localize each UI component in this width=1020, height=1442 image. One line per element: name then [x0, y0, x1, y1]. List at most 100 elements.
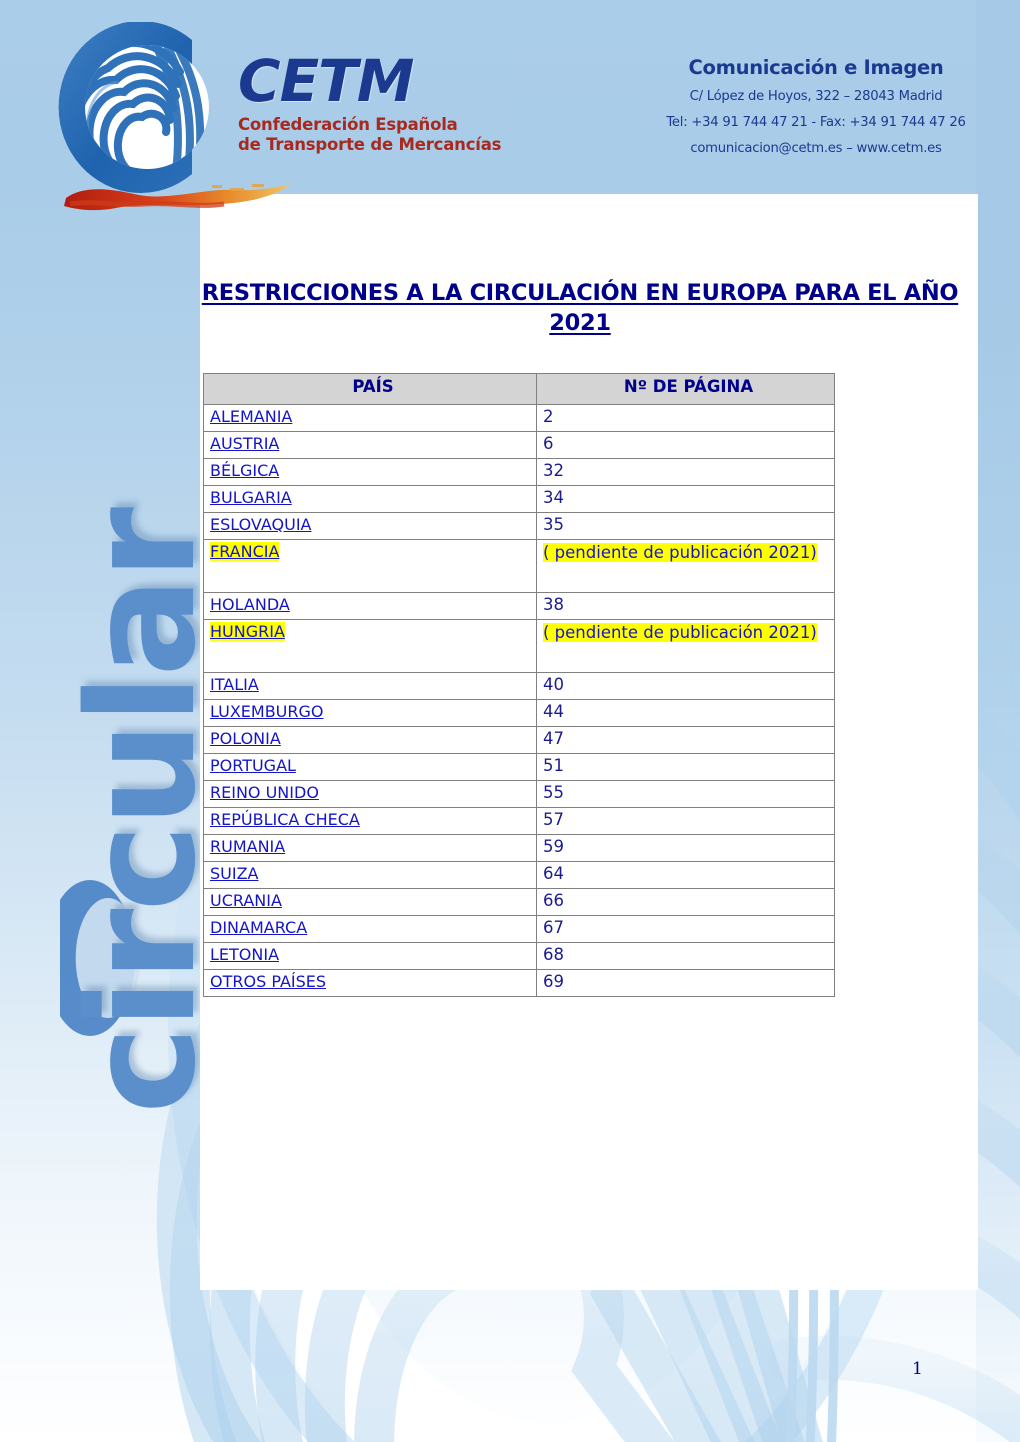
cell-page-number: 6 — [536, 431, 835, 459]
cell-country: RUMANIA — [203, 834, 537, 862]
country-link[interactable]: BÉLGICA — [210, 461, 279, 480]
cell-country: ESLOVAQUIA — [203, 512, 537, 540]
cell-country: LUXEMBURGO — [203, 699, 537, 727]
table-row: ESLOVAQUIA 35 — [203, 512, 835, 540]
page-value: 51 — [543, 756, 564, 775]
table-row: ITALIA 40 — [203, 672, 835, 700]
country-link[interactable]: LUXEMBURGO — [210, 702, 324, 721]
page-value: 69 — [543, 972, 564, 991]
country-link[interactable]: BULGARIA — [210, 488, 292, 507]
table-row: POLONIA 47 — [203, 726, 835, 754]
country-link[interactable]: DINAMARCA — [210, 918, 307, 937]
cell-country: AUSTRIA — [203, 431, 537, 459]
table-body: ALEMANIA 2 AUSTRIA 6 BÉLGICA 32 BULGARIA 34 ESLO… — [203, 404, 835, 997]
table-row: LETONIA 68 — [203, 942, 835, 970]
cell-page-number: 68 — [536, 942, 835, 970]
cell-country: BÉLGICA — [203, 458, 537, 486]
cell-country: FRANCIA — [203, 539, 537, 593]
cell-country: HUNGRIA — [203, 619, 537, 673]
page-value: 40 — [543, 675, 564, 694]
red-brush-stroke-icon — [64, 184, 290, 211]
table-row: REPÚBLICA CHECA 57 — [203, 807, 835, 835]
cell-page-number: ( pendiente de publicación 2021) — [536, 539, 835, 593]
cell-country: HOLANDA — [203, 592, 537, 620]
page-value: 67 — [543, 918, 564, 937]
contact-block: Comunicación e Imagen C/ López de Hoyos,… — [646, 56, 986, 156]
cell-country: REINO UNIDO — [203, 780, 537, 808]
cetm-name: CETM — [238, 47, 414, 115]
cell-country: BULGARIA — [203, 485, 537, 513]
country-link[interactable]: AUSTRIA — [210, 434, 279, 453]
country-link[interactable]: LETONIA — [210, 945, 279, 964]
cell-page-number: 64 — [536, 861, 835, 889]
footer-page-number: 1 — [912, 1359, 923, 1379]
country-link[interactable]: HUNGRIA — [210, 622, 285, 641]
table-row: UCRANIA 66 — [203, 888, 835, 916]
country-link[interactable]: PORTUGAL — [210, 756, 296, 775]
page-value: 64 — [543, 864, 564, 883]
table-row: BULGARIA 34 — [203, 485, 835, 513]
page-title: RESTRICCIONES A LA CIRCULACIÓN EN EUROPA… — [201, 280, 959, 337]
logo-tail-watermark — [60, 880, 141, 1036]
cell-page-number: 40 — [536, 672, 835, 700]
cetm-wordmark: CETM Confederación Española de Transport… — [238, 47, 518, 155]
cell-country: PORTUGAL — [203, 753, 537, 781]
country-link[interactable]: HOLANDA — [210, 595, 290, 614]
page-value: 66 — [543, 891, 564, 910]
table-row: FRANCIA ( pendiente de publicación 2021) — [203, 539, 835, 593]
cell-page-number: 32 — [536, 458, 835, 486]
table-row: HOLANDA 38 — [203, 592, 835, 620]
page-value: 32 — [543, 461, 564, 480]
table-row: RUMANIA 59 — [203, 834, 835, 862]
country-link[interactable]: FRANCIA — [210, 542, 280, 561]
table-row: REINO UNIDO 55 — [203, 780, 835, 808]
page-value: 6 — [543, 434, 554, 453]
cell-page-number: 51 — [536, 753, 835, 781]
document-header: CETM Confederación Española de Transport… — [0, 0, 1020, 211]
table-row: SUIZA 64 — [203, 861, 835, 889]
cell-country: SUIZA — [203, 861, 537, 889]
cell-country: LETONIA — [203, 942, 537, 970]
cell-page-number: 35 — [536, 512, 835, 540]
cetm-logo-icon — [58, 22, 209, 193]
contact-title: Comunicación e Imagen — [688, 56, 944, 79]
contact-address: C/ López de Hoyos, 322 – 28043 Madrid — [689, 89, 943, 104]
table-row: AUSTRIA 6 — [203, 431, 835, 459]
page-value: 57 — [543, 810, 564, 829]
page-value: 55 — [543, 783, 564, 802]
page-value: 35 — [543, 515, 564, 534]
cell-page-number: 34 — [536, 485, 835, 513]
country-link[interactable]: OTROS PAÍSES — [210, 972, 326, 991]
country-link[interactable]: SUIZA — [210, 864, 259, 883]
page-value: 2 — [543, 407, 554, 426]
country-link[interactable]: ITALIA — [210, 675, 259, 694]
table-header-row: PAÍS Nº DE PÁGINA — [203, 373, 835, 405]
table-row: LUXEMBURGO 44 — [203, 699, 835, 727]
page-value: 47 — [543, 729, 564, 748]
country-link[interactable]: UCRANIA — [210, 891, 282, 910]
page-value: 68 — [543, 945, 564, 964]
country-link[interactable]: ALEMANIA — [210, 407, 292, 426]
table-row: DINAMARCA 67 — [203, 915, 835, 943]
pending-note: ( pendiente de publicación 2021) — [543, 543, 817, 562]
cell-country: DINAMARCA — [203, 915, 537, 943]
cell-country: UCRANIA — [203, 888, 537, 916]
cell-page-number: ( pendiente de publicación 2021) — [536, 619, 835, 673]
cell-country: REPÚBLICA CHECA — [203, 807, 537, 835]
country-link[interactable]: RUMANIA — [210, 837, 285, 856]
contact-phone: Tel: +34 91 744 47 21 - Fax: +34 91 744 … — [666, 115, 966, 131]
column-header-country: PAÍS — [203, 373, 537, 405]
country-link[interactable]: POLONIA — [210, 729, 281, 748]
table-row: OTROS PAÍSES 69 — [203, 969, 835, 997]
country-link[interactable]: REINO UNIDO — [210, 783, 319, 802]
cetm-subtitle: Confederación Española de Transporte de … — [238, 115, 518, 155]
page-value: 59 — [543, 837, 564, 856]
country-link[interactable]: ESLOVAQUIA — [210, 515, 311, 534]
country-link[interactable]: REPÚBLICA CHECA — [210, 810, 360, 829]
restrictions-index-table: PAÍS Nº DE PÁGINA ALEMANIA 2 AUSTRIA 6 BÉLGI… — [203, 373, 835, 997]
cell-country: POLONIA — [203, 726, 537, 754]
cetm-subtitle-line1: Confederación Española — [238, 115, 458, 135]
cell-country: OTROS PAÍSES — [203, 969, 537, 997]
table-row: BÉLGICA 32 — [203, 458, 835, 486]
cell-page-number: 38 — [536, 592, 835, 620]
